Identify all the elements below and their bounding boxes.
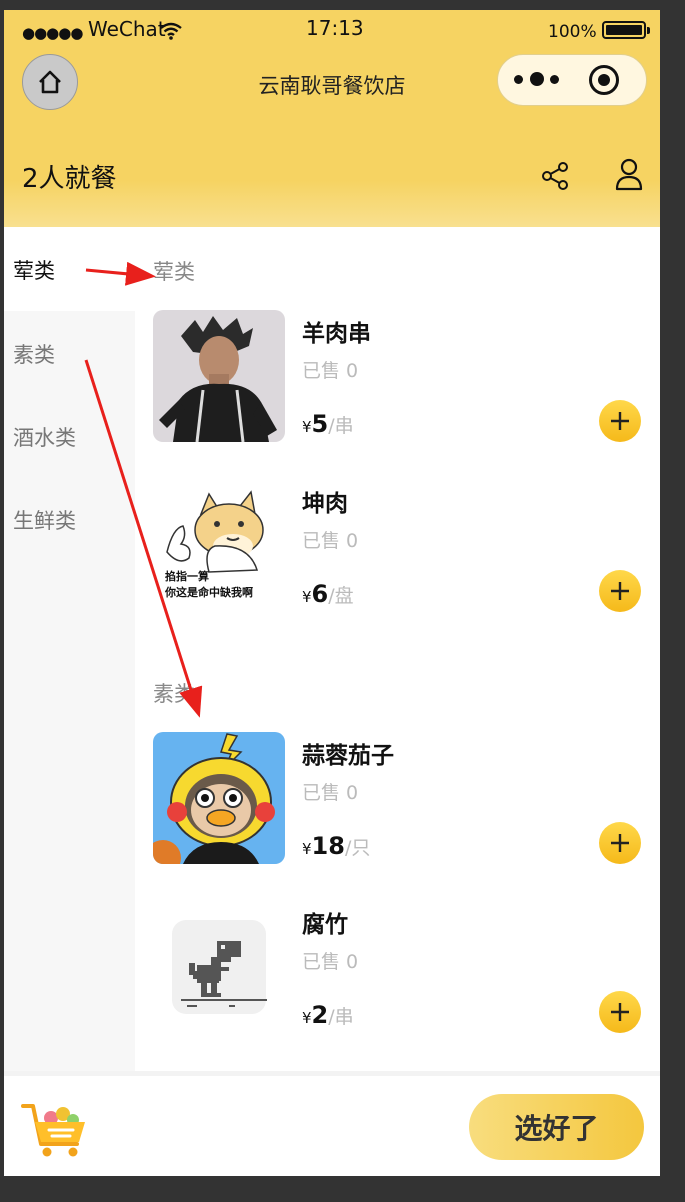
more-icon[interactable] [514,67,559,91]
submit-order-button[interactable]: 选好了 [469,1094,644,1160]
sidebar-item-label: 生鲜类 [13,509,76,533]
wifi-icon [160,22,182,40]
pikachu-duck-meme-image [153,732,285,864]
dish-name: 蒜蓉茄子 [302,743,394,769]
plus-icon [611,412,629,430]
sidebar-item-meat[interactable]: 荤类 [4,227,135,311]
add-to-cart-button[interactable] [599,570,641,612]
sidebar-item-fresh[interactable]: 生鲜类 [4,477,135,561]
sold-count: 已售 0 [302,951,359,973]
category-sidebar: 荤类 素类 酒水类 生鲜类 [4,227,135,1071]
meme-photo-image [153,310,285,442]
currency-symbol: ¥ [302,840,312,858]
cart-icon[interactable] [21,1100,91,1158]
shop-header: 2人就餐 [4,110,660,227]
dish-price: ¥6/盘 [302,580,354,608]
price-unit: /盘 [328,585,354,607]
dish-price: ¥18/只 [302,832,370,860]
price-unit: /串 [328,1006,354,1028]
dish-price: ¥5/串 [302,410,354,438]
add-to-cart-button[interactable] [599,400,641,442]
price-value: 5 [311,410,329,438]
currency-symbol: ¥ [302,1009,312,1027]
battery-percent: 100% [548,22,597,42]
dish-item[interactable]: 腐竹 已售 0 ¥2/串 [153,901,653,1033]
section-title: 素类 [153,682,195,706]
price-unit: /只 [344,837,371,859]
image-caption-line: 你这是命中缺我啊 [165,586,253,599]
dish-name: 羊肉串 [302,321,371,347]
sold-count: 已售 0 [302,782,359,804]
price-value: 18 [311,832,345,860]
dish-item[interactable]: 掐指一算 你这是命中缺我啊 坤肉 已售 0 ¥6/盘 [153,480,653,612]
image-caption-line: 掐指一算 [165,570,209,583]
target-icon[interactable] [589,65,619,95]
dish-name: 腐竹 [302,912,348,938]
sidebar-item-label: 素类 [13,343,55,367]
bottom-bar: 选好了 [4,1071,660,1176]
sidebar-item-drinks[interactable]: 酒水类 [4,394,135,478]
dish-price: ¥2/串 [302,1001,354,1029]
sold-count: 已售 0 [302,530,359,552]
status-bar: ●●●●● WeChat 17:13 100% [4,10,660,54]
dino-icon [153,901,285,1033]
section-title: 荤类 [153,260,195,284]
currency-symbol: ¥ [302,418,312,436]
carrier-label: WeChat [88,17,166,41]
price-value: 2 [311,1001,329,1029]
clock: 17:13 [306,16,364,40]
user-icon[interactable] [614,157,644,191]
battery-icon [602,21,650,39]
sidebar-item-label: 酒水类 [13,426,76,450]
currency-symbol: ¥ [302,588,312,606]
plus-icon [611,834,629,852]
phone-screen: ●●●●● WeChat 17:13 100% 云南耿哥餐饮店 2人就餐 荤类 … [4,10,660,1176]
price-unit: /串 [328,415,354,437]
dish-image [153,310,285,442]
dish-list: 荤类 羊肉串 已售 0 ¥5/串 掐指一算 你这是命中缺我啊 坤肉 已售 0 ¥… [135,227,660,1071]
nav-bar: 云南耿哥餐饮店 [4,54,660,110]
sidebar-item-vegetable[interactable]: 素类 [4,311,135,395]
add-to-cart-button[interactable] [599,822,641,864]
dish-name: 坤肉 [302,491,348,517]
mini-program-capsule [497,54,647,106]
share-icon[interactable] [539,160,571,192]
dish-image [153,732,285,864]
price-value: 6 [311,580,329,608]
dish-item[interactable]: 蒜蓉茄子 已售 0 ¥18/只 [153,732,653,864]
dish-image: 掐指一算 你这是命中缺我啊 [153,480,285,612]
sidebar-item-label: 荤类 [13,259,55,283]
plus-icon [611,582,629,600]
plus-icon [611,1003,629,1021]
dish-item[interactable]: 羊肉串 已售 0 ¥5/串 [153,310,653,442]
dish-image [153,901,285,1033]
party-size[interactable]: 2人就餐 [22,158,117,195]
sold-count: 已售 0 [302,360,359,382]
add-to-cart-button[interactable] [599,991,641,1033]
signal-icon: ●●●●● [22,24,83,42]
